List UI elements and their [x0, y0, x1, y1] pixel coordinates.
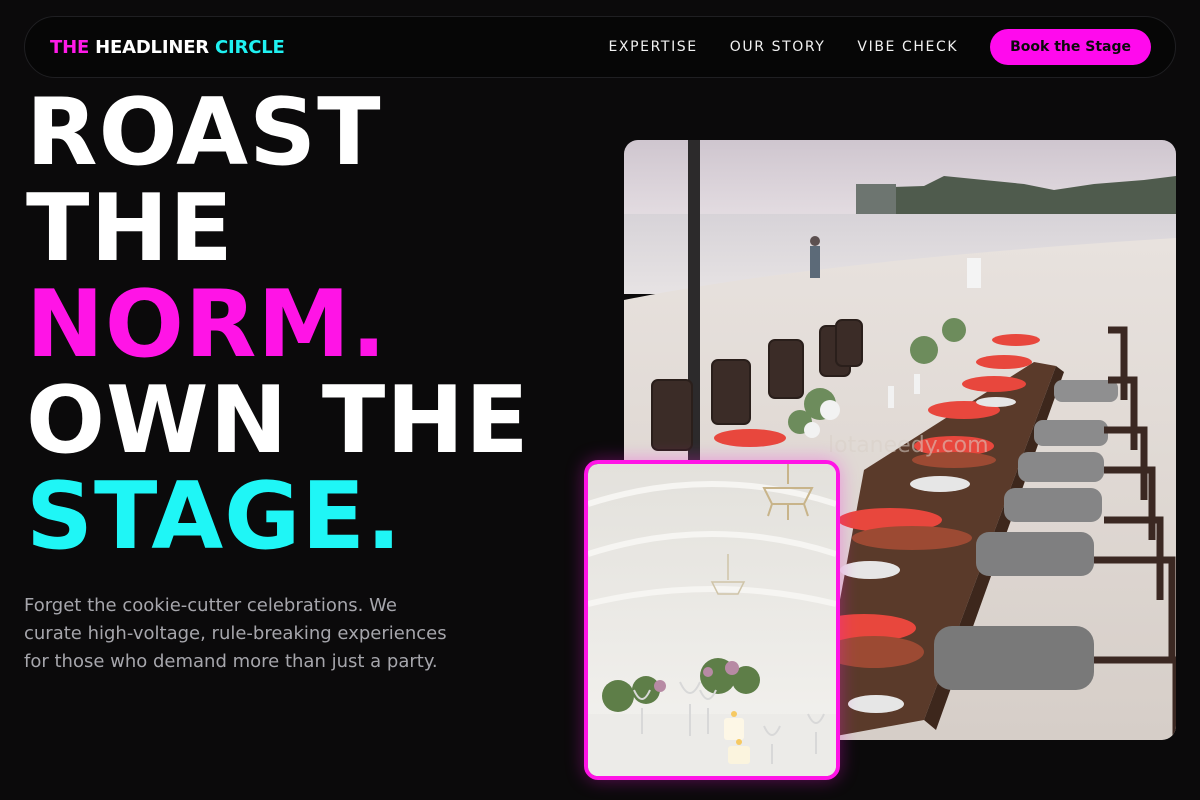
photo-watermark: lotaneedy.com: [828, 433, 989, 458]
headline-line-own-the: OWN THE: [26, 366, 530, 474]
tent-table-photo: [584, 460, 840, 780]
headline-line-norm: NORM.: [26, 270, 388, 378]
nav-link-vibe-check[interactable]: VIBE CHECK: [857, 39, 958, 55]
brand-word-the: THE: [50, 36, 90, 58]
brand-word-circle: CIRCLE: [215, 36, 285, 58]
landing-page: THE HEADLINER CIRCLE EXPERTISE OUR STORY…: [0, 0, 1200, 800]
nav-link-expertise[interactable]: EXPERTISE: [608, 39, 697, 55]
hero-headline: ROAST THE NORM. OWN THE STAGE.: [26, 84, 530, 564]
tent-table-illustration: [588, 464, 836, 776]
hero-description: Forget the cookie-cutter celebrations. W…: [24, 595, 447, 672]
headline-line-stage: STAGE.: [26, 462, 403, 570]
nav-menu: EXPERTISE OUR STORY VIBE CHECK Book the …: [608, 29, 1151, 65]
book-the-stage-button[interactable]: Book the Stage: [990, 29, 1151, 65]
headline-line-the: THE: [26, 174, 234, 282]
brand-word-headliner: HEADLINER: [95, 36, 209, 58]
nav-link-our-story[interactable]: OUR STORY: [730, 39, 826, 55]
top-navbar: THE HEADLINER CIRCLE EXPERTISE OUR STORY…: [24, 16, 1176, 78]
brand-logo[interactable]: THE HEADLINER CIRCLE: [50, 37, 285, 58]
headline-line-roast: ROAST: [26, 78, 382, 186]
